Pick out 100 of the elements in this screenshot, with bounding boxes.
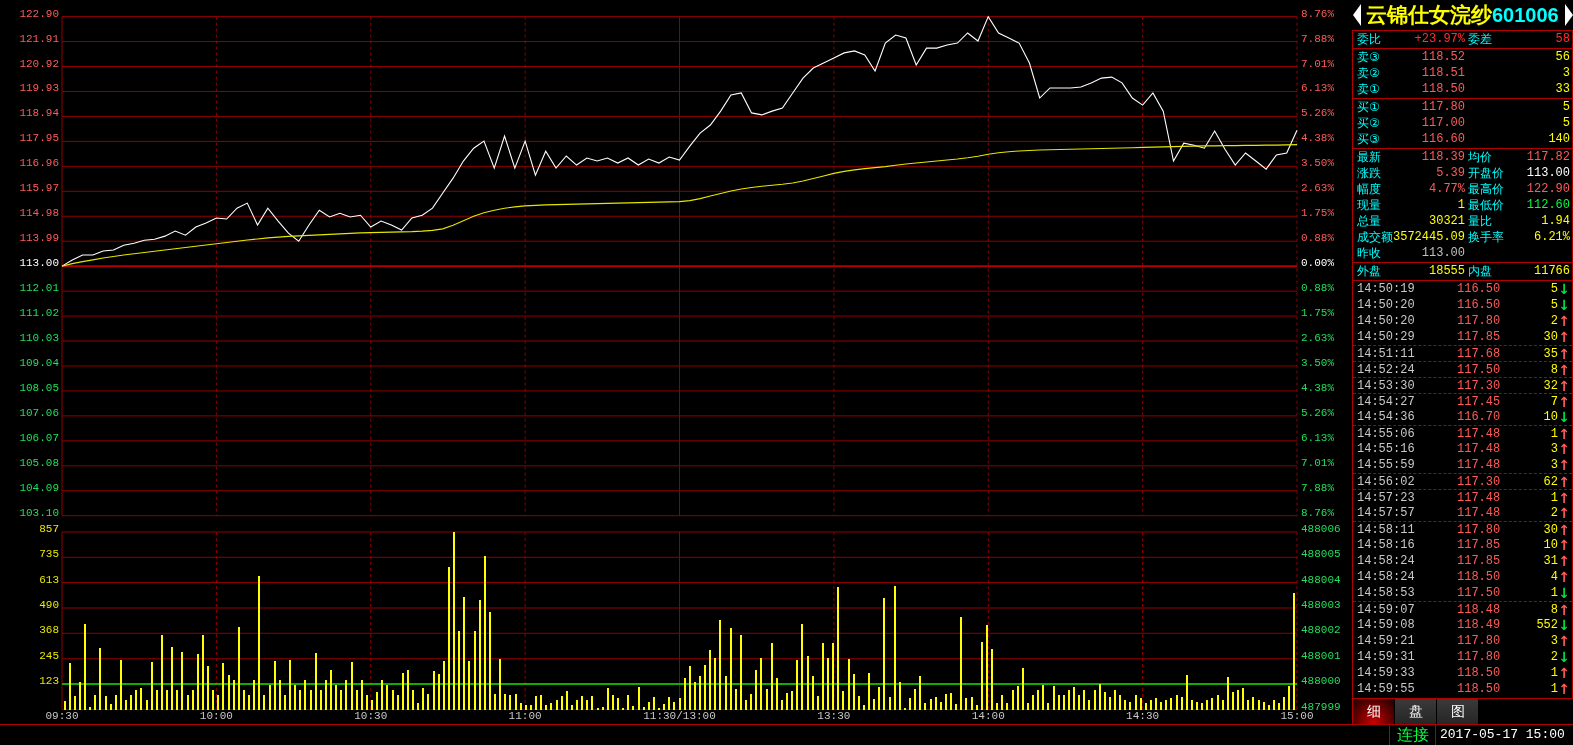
time-axis-label: 11:30/13:00 <box>643 710 716 722</box>
bid-volume: 5 <box>1562 116 1570 130</box>
direction-arrow: ↑ <box>1558 570 1570 584</box>
trade-volume: 30 <box>1543 330 1558 344</box>
trade-price: 117.50 <box>1457 362 1501 377</box>
quote-label: 外盘 <box>1357 264 1381 278</box>
trade-volume: 3 <box>1550 634 1558 648</box>
ask-price: 118.52 <box>1421 50 1465 64</box>
price-axis-label: 121.91 <box>19 32 59 45</box>
trade-time: 14:54:36 <box>1357 410 1415 424</box>
price-axis-label: 116.96 <box>19 157 59 170</box>
direction-arrow: ↓ <box>1558 586 1570 600</box>
right-arrow-icon[interactable] <box>1565 4 1573 26</box>
trade-time: 14:57:23 <box>1357 490 1415 505</box>
trade-volume: 3 <box>1550 458 1558 472</box>
tab[interactable]: 盘 <box>1395 699 1436 724</box>
trade-price: 117.48 <box>1457 490 1501 505</box>
trade-volume: 35 <box>1543 346 1558 361</box>
trade-price: 117.50 <box>1457 586 1501 600</box>
price-axis-label: 109.04 <box>19 356 59 369</box>
left-arrow-icon[interactable] <box>1353 4 1361 26</box>
tab[interactable]: 细 <box>1353 699 1394 724</box>
trade-price: 117.85 <box>1457 538 1501 552</box>
percent-axis-label: 3.50% <box>1301 157 1334 170</box>
percent-axis-label: 7.01% <box>1301 57 1334 70</box>
bid-price: 117.80 <box>1421 100 1465 114</box>
price-axis-label: 118.94 <box>19 107 59 120</box>
volume-axis-label: 490 <box>39 599 59 611</box>
price-axis-label: 106.07 <box>19 431 59 444</box>
trade-time: 14:59:33 <box>1357 666 1415 680</box>
trade-time: 14:59:08 <box>1357 618 1415 632</box>
trade-volume: 1 <box>1550 490 1558 505</box>
quote-label: 换手率 <box>1468 230 1504 244</box>
trade-volume: 30 <box>1543 522 1558 537</box>
trade-time: 14:59:55 <box>1357 682 1415 696</box>
trade-price: 117.80 <box>1457 522 1501 537</box>
price-axis-label: 113.00 <box>19 257 59 270</box>
volume-axis-label: 368 <box>39 624 59 637</box>
right-axis-label: 488001 <box>1301 649 1341 662</box>
trade-volume: 31 <box>1543 554 1558 568</box>
quote-value: 1 <box>1457 198 1465 212</box>
direction-arrow: ↓ <box>1558 298 1570 312</box>
trade-time: 14:51:11 <box>1357 346 1415 361</box>
trade-price: 116.50 <box>1457 282 1501 296</box>
bid-label: 买③ <box>1357 132 1380 146</box>
quote-label: 现量 <box>1357 198 1381 212</box>
trade-volume: 1 <box>1550 666 1558 680</box>
percent-axis-label: 2.63% <box>1301 182 1334 195</box>
trade-price: 117.48 <box>1457 426 1501 441</box>
price-axis-label: 104.09 <box>19 481 59 494</box>
ask-volume: 56 <box>1555 50 1570 64</box>
direction-arrow: ↓ <box>1558 410 1570 424</box>
ask-label: 卖① <box>1357 82 1380 96</box>
price-axis-label: 110.03 <box>19 332 59 344</box>
trade-price: 117.85 <box>1457 554 1501 568</box>
trade-time: 14:55:06 <box>1357 426 1415 441</box>
quote-label: 开盘价 <box>1468 166 1504 180</box>
price-axis-label: 117.95 <box>19 132 59 145</box>
direction-arrow: ↑ <box>1558 346 1570 361</box>
trade-price: 116.50 <box>1457 298 1501 312</box>
ask-volume: 3 <box>1562 66 1570 80</box>
direction-arrow: ↑ <box>1558 426 1570 441</box>
stock-name: 云锦仕女浣纱 <box>1366 2 1492 28</box>
trade-price: 117.30 <box>1457 474 1501 489</box>
percent-axis-label: 8.76% <box>1301 506 1334 519</box>
trade-price: 117.80 <box>1457 314 1501 328</box>
direction-arrow: ↑ <box>1558 362 1570 377</box>
percent-axis-label: 2.63% <box>1301 332 1334 344</box>
bid-price: 116.60 <box>1421 132 1465 146</box>
trade-time: 14:55:16 <box>1357 442 1415 456</box>
time-axis-label: 14:00 <box>971 710 1005 722</box>
time-axis-label: 13:30 <box>817 710 851 722</box>
quote-label: 成交额 <box>1357 230 1393 244</box>
quote-label: 总量 <box>1357 214 1381 228</box>
right-axis-label: 488006 <box>1301 524 1341 535</box>
trade-time: 14:50:20 <box>1357 298 1415 312</box>
quote-label: 最低价 <box>1468 198 1504 212</box>
right-axis-label: 488002 <box>1301 624 1341 637</box>
quote-value: 18555 <box>1429 264 1465 278</box>
price-axis-label: 112.01 <box>19 282 59 295</box>
tab[interactable]: 图 <box>1437 699 1478 724</box>
quote-value: 118.39 <box>1421 150 1465 164</box>
percent-axis-label: 7.88% <box>1301 32 1334 45</box>
ask-price: 118.50 <box>1421 82 1465 96</box>
quote-value: 4.77% <box>1429 182 1465 196</box>
trade-time: 14:55:59 <box>1357 458 1415 472</box>
price-axis-label: 105.08 <box>19 456 59 469</box>
trade-price: 118.50 <box>1457 570 1501 584</box>
trade-volume: 7 <box>1550 394 1558 409</box>
trade-time: 14:50:19 <box>1357 282 1415 296</box>
trade-time: 14:54:27 <box>1357 394 1415 409</box>
quote-label: 均价 <box>1468 150 1492 164</box>
price-axis-label: 122.90 <box>19 7 59 20</box>
trade-price: 117.30 <box>1457 378 1501 393</box>
trade-time: 14:50:20 <box>1357 314 1415 328</box>
quote-value: 3572445.09 <box>1393 230 1465 244</box>
volume-axis-label: 245 <box>39 649 59 662</box>
percent-axis-label: 7.88% <box>1301 481 1334 494</box>
trade-volume: 32 <box>1543 378 1558 393</box>
percent-axis-label: 6.13% <box>1301 82 1334 95</box>
